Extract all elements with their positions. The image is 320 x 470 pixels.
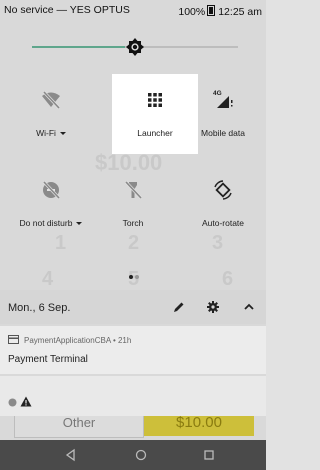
- wifi-off-icon: [42, 90, 61, 110]
- page-dot-active: [129, 275, 133, 279]
- tile-label: Auto-rotate: [201, 218, 245, 228]
- background-key: 4: [42, 268, 54, 290]
- brightness-slider-fill: [32, 46, 125, 48]
- tile-label: Wi-Fi: [8, 128, 94, 138]
- chevron-up-icon[interactable]: [242, 300, 256, 314]
- notification-title: Payment Terminal: [8, 354, 88, 365]
- launcher-grid-icon: [148, 93, 162, 107]
- tile-do-not-disturb[interactable]: Do not disturb: [8, 164, 94, 244]
- brightness-icon[interactable]: [125, 37, 145, 57]
- warning-icon: [20, 396, 32, 407]
- status-right: 100% 12:25 am: [178, 4, 262, 18]
- navigation-bar: [0, 440, 266, 470]
- notification-payment-terminal[interactable]: PaymentApplicationCBA • 21h Payment Term…: [0, 326, 266, 374]
- tile-mobile-data[interactable]: 4G Mobile data: [180, 74, 266, 154]
- quick-settings-footer: Mon., 6 Sep.: [0, 290, 266, 324]
- page-indicator: [128, 266, 140, 284]
- notification-overflow-row[interactable]: [0, 376, 266, 416]
- status-dot-icon: [8, 398, 17, 407]
- gear-icon[interactable]: [206, 300, 220, 314]
- tile-torch[interactable]: Torch: [90, 164, 176, 244]
- recents-icon[interactable]: [202, 448, 216, 462]
- tile-label: Torch: [122, 218, 144, 228]
- tile-auto-rotate[interactable]: Auto-rotate: [180, 164, 266, 244]
- tile-wifi[interactable]: Wi-Fi: [8, 74, 94, 154]
- do-not-disturb-icon: [42, 180, 61, 200]
- carrier-text: No service — YES OPTUS: [4, 4, 130, 16]
- edit-icon[interactable]: [172, 300, 186, 314]
- home-icon[interactable]: [134, 448, 148, 462]
- clock: 12:25 am: [218, 6, 262, 18]
- tile-label: Mobile data: [201, 128, 245, 138]
- chevron-down-icon[interactable]: [76, 222, 83, 226]
- torch-off-icon: [124, 180, 143, 200]
- tile-label-text: Do not disturb: [19, 218, 73, 228]
- card-icon: [8, 335, 19, 344]
- battery-percent: 100%: [178, 6, 206, 18]
- back-icon[interactable]: [64, 448, 78, 462]
- date-text: Mon., 6 Sep.: [8, 302, 71, 314]
- tile-label: Do not disturb: [8, 218, 94, 228]
- chevron-down-icon[interactable]: [59, 132, 66, 136]
- notification-app-name: PaymentApplicationCBA • 21h: [24, 336, 132, 345]
- status-bar: No service — YES OPTUS 100% 12:25 am: [0, 0, 266, 22]
- network-type-badge: 4G: [213, 90, 222, 97]
- background-key: 6: [222, 268, 234, 290]
- battery-icon: [207, 5, 216, 16]
- auto-rotate-icon: [214, 180, 232, 200]
- page-dot: [135, 275, 139, 279]
- tile-label-text: Wi-Fi: [36, 128, 56, 138]
